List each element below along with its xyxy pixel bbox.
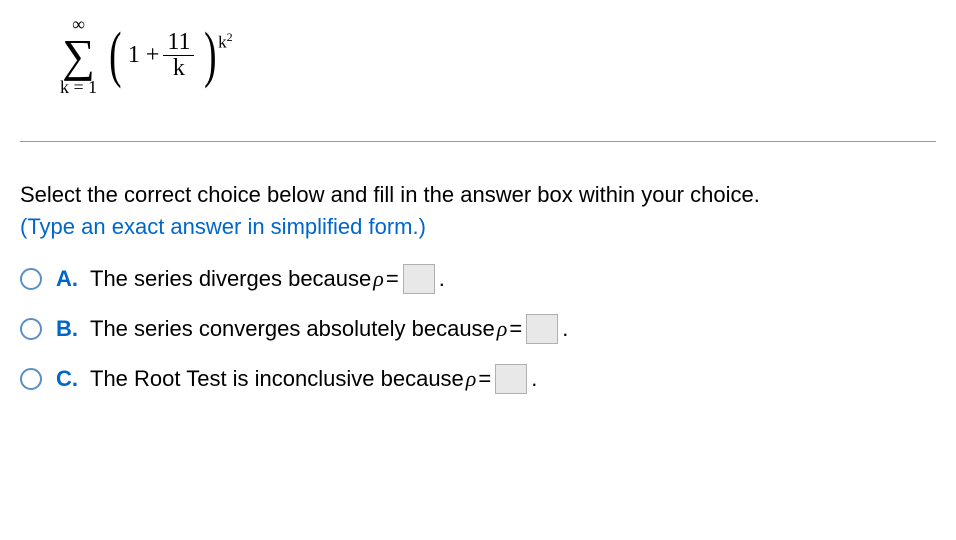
fraction-numerator: 11 [163,30,194,56]
fraction-denominator: k [169,56,189,81]
choice-b-label: B. [56,316,80,342]
section-divider [20,141,936,142]
rho-symbol: ρ [373,266,384,292]
choice-c-text: The Root Test is inconclusive because ρ … [90,364,537,394]
hint-text: (Type an exact answer in simplified form… [20,214,936,240]
answer-box-b[interactable] [526,314,558,344]
choice-c: C. The Root Test is inconclusive because… [20,364,936,394]
choice-a: A. The series diverges because ρ = . [20,264,936,294]
choice-c-label: C. [56,366,80,392]
choice-a-suffix: . [439,266,445,292]
equals-sign: = [386,266,399,292]
radio-b[interactable] [20,318,42,340]
choice-a-prefix: The series diverges because [90,266,371,292]
exponent: k2 [218,30,233,53]
equals-sign: = [509,316,522,342]
radio-a[interactable] [20,268,42,290]
radio-c[interactable] [20,368,42,390]
answer-box-a[interactable] [403,264,435,294]
parenthesized-term: ( 1 + 11 k ) k2 [105,30,232,81]
choice-a-label: A. [56,266,80,292]
sigma-block: ∞ ∑ k = 1 [60,15,97,96]
instructions-text: Select the correct choice below and fill… [20,182,936,208]
equals-sign: = [478,366,491,392]
series-formula: ∞ ∑ k = 1 ( 1 + 11 k ) k2 [60,15,896,96]
choice-b: B. The series converges absolutely becau… [20,314,936,344]
right-paren-icon: ) [205,31,217,81]
choice-b-prefix: The series converges absolutely because [90,316,495,342]
choice-c-prefix: The Root Test is inconclusive because [90,366,464,392]
choice-c-suffix: . [531,366,537,392]
choice-a-text: The series diverges because ρ = . [90,264,445,294]
answer-box-c[interactable] [495,364,527,394]
left-paren-icon: ( [109,31,121,81]
sigma-symbol: ∑ [62,35,95,76]
choice-b-suffix: . [562,316,568,342]
inner-expression: 1 + 11 k [126,30,201,81]
rho-symbol: ρ [466,366,477,392]
exponent-base: k [218,33,227,52]
formula-display: ∞ ∑ k = 1 ( 1 + 11 k ) k2 [20,10,936,121]
choice-b-text: The series converges absolutely because … [90,314,568,344]
one-plus: 1 + [128,42,160,69]
fraction: 11 k [163,30,194,81]
exponent-power: 2 [227,30,233,44]
rho-symbol: ρ [497,316,508,342]
sigma-lower-bound: k = 1 [60,78,97,96]
